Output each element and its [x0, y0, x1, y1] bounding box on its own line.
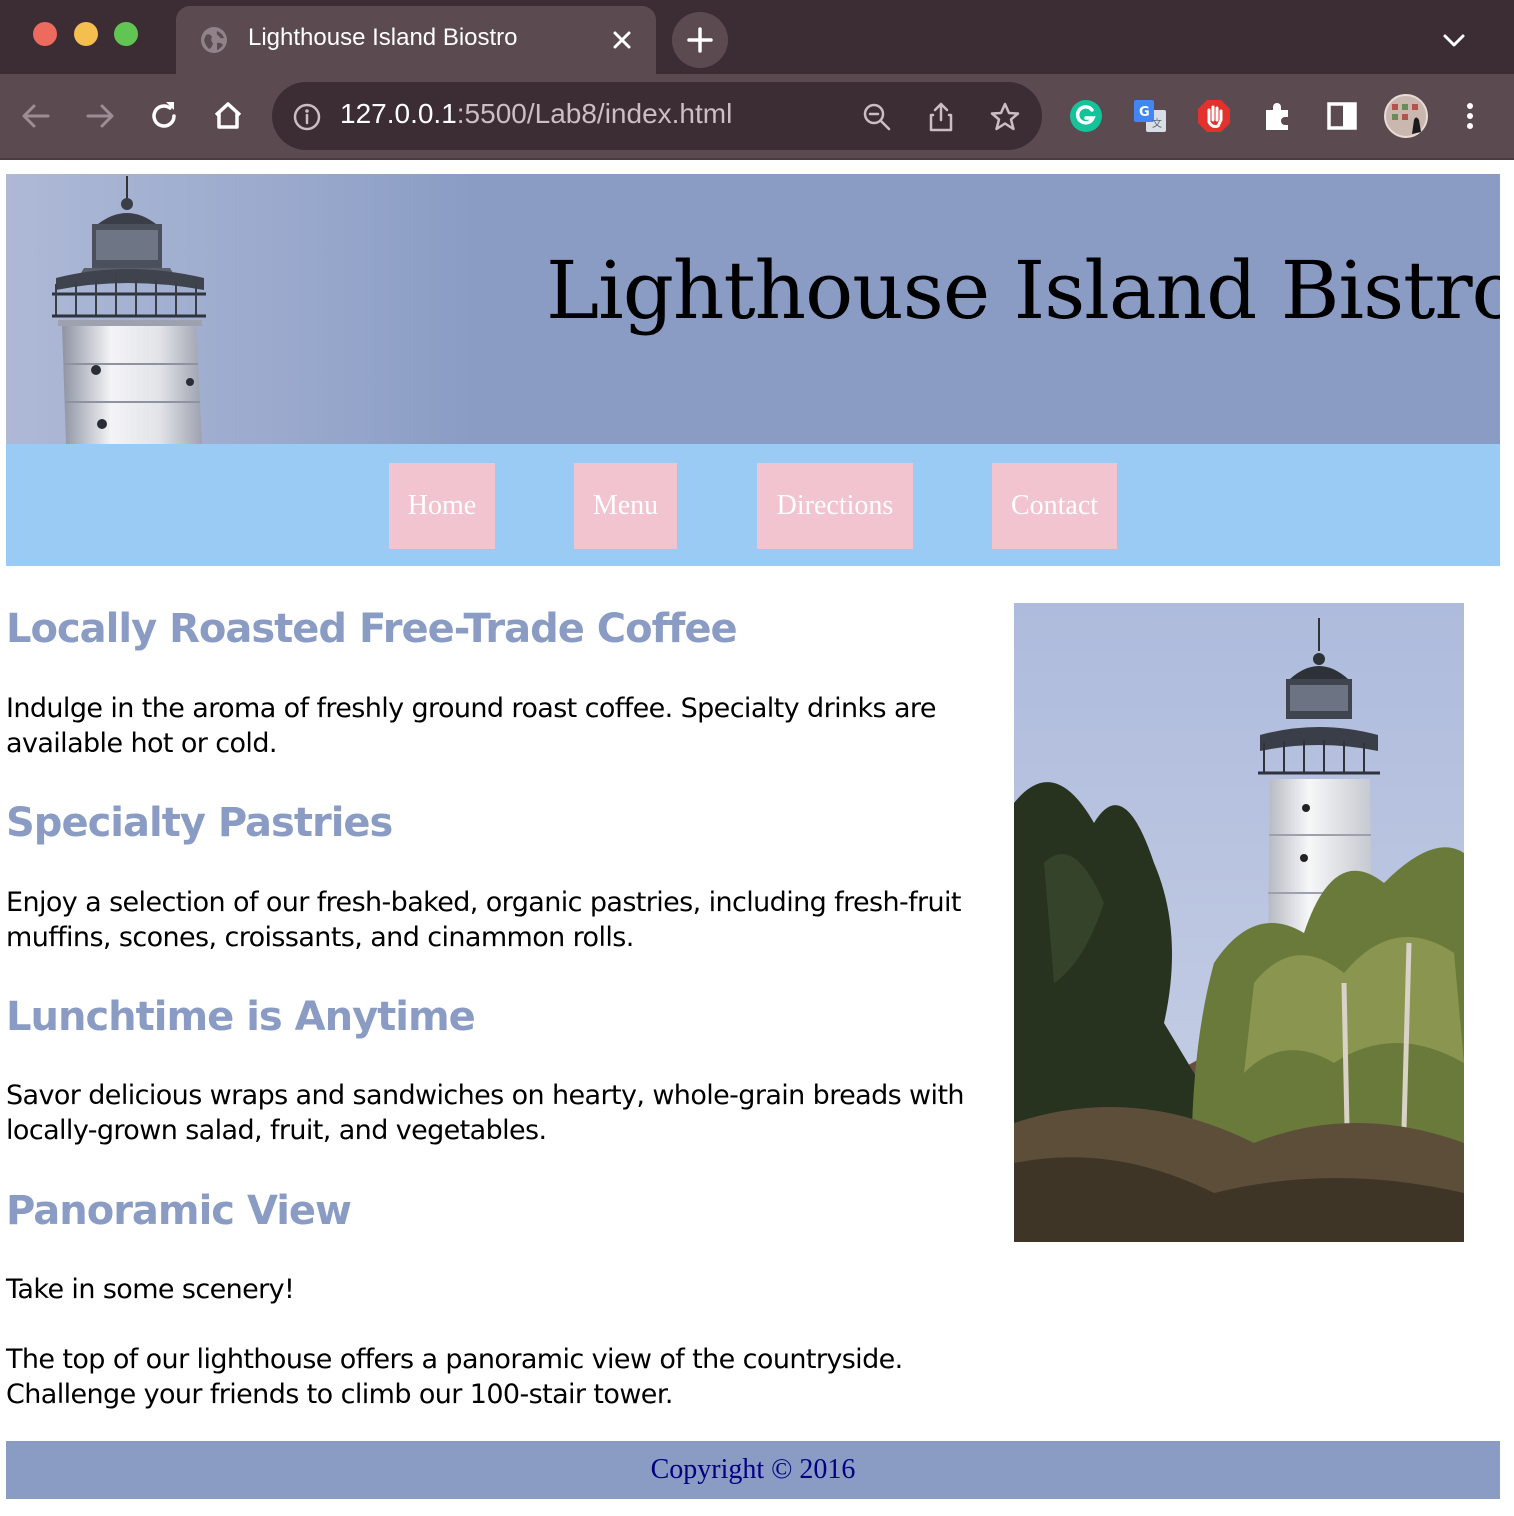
tab-title: Lighthouse Island Biostro — [248, 24, 518, 51]
site-title: Lighthouse Island Bistro — [546, 244, 1500, 337]
svg-text:G: G — [1139, 105, 1150, 120]
url-text[interactable]: 127.0.0.1:5500/Lab8/index.html — [340, 98, 732, 130]
bookmark-star-icon[interactable] — [988, 100, 1022, 134]
section-paragraph: Indulge in the aroma of freshly ground r… — [6, 693, 936, 759]
section-heading: Panoramic View — [6, 1188, 352, 1234]
side-panel-icon[interactable] — [1324, 98, 1360, 134]
section-paragraph: Savor delicious wraps and sandwiches on … — [6, 1080, 965, 1146]
reload-icon[interactable] — [144, 96, 184, 136]
minimize-window-button[interactable] — [74, 22, 98, 46]
section-heading: Lunchtime is Anytime — [6, 994, 476, 1040]
close-window-button[interactable] — [33, 22, 57, 46]
forward-arrow-icon[interactable] — [80, 96, 120, 136]
profile-avatar[interactable] — [1384, 94, 1428, 138]
new-tab-button[interactable] — [672, 12, 728, 68]
home-icon[interactable] — [208, 96, 248, 136]
section-heading: Specialty Pastries — [6, 800, 393, 846]
header-lighthouse-image — [6, 174, 476, 444]
browser-tab-bar: Lighthouse Island Biostro — [0, 0, 1514, 74]
zoom-out-icon[interactable] — [860, 100, 894, 134]
back-arrow-icon[interactable] — [16, 96, 56, 136]
adblock-hand-icon[interactable] — [1196, 98, 1232, 134]
more-menu-icon[interactable] — [1452, 98, 1488, 134]
url-path: :5500/Lab8/index.html — [456, 98, 733, 129]
info-icon[interactable] — [292, 102, 322, 132]
site-nav: Home Menu Directions Contact — [6, 444, 1500, 566]
section-paragraph: Enjoy a selection of our fresh-baked, or… — [6, 887, 962, 953]
nav-home-button[interactable]: Home — [389, 463, 495, 549]
plus-icon — [687, 27, 713, 53]
translate-icon[interactable]: G 文 — [1132, 98, 1168, 134]
nav-directions-button[interactable]: Directions — [757, 463, 913, 549]
address-bar[interactable]: 127.0.0.1:5500/Lab8/index.html — [272, 82, 1042, 150]
copyright-text: Copyright © 2016 — [650, 1454, 856, 1485]
nav-menu-button[interactable]: Menu — [574, 463, 677, 549]
url-host: 127.0.0.1 — [340, 98, 457, 129]
lighthouse-photo — [1014, 603, 1464, 1242]
site-header: Lighthouse Island Bistro — [6, 174, 1500, 444]
chevron-down-icon[interactable] — [1438, 26, 1470, 54]
site-footer: Copyright © 2016 — [6, 1441, 1500, 1499]
section-heading: Locally Roasted Free-Trade Coffee — [6, 606, 738, 652]
browser-tab[interactable]: Lighthouse Island Biostro — [176, 6, 656, 74]
nav-contact-button[interactable]: Contact — [992, 463, 1117, 549]
globe-icon — [201, 27, 227, 53]
section-paragraph: The top of our lighthouse offers a panor… — [6, 1344, 903, 1410]
web-page: Lighthouse Island Bistro Home Menu Direc… — [0, 160, 1514, 1516]
share-icon[interactable] — [924, 100, 958, 134]
section-paragraph: Take in some scenery! — [6, 1274, 295, 1305]
extensions-puzzle-icon[interactable] — [1260, 98, 1296, 134]
zoom-window-button[interactable] — [114, 22, 138, 46]
grammarly-icon[interactable] — [1068, 98, 1104, 134]
browser-toolbar: 127.0.0.1:5500/Lab8/index.html G 文 — [0, 74, 1514, 160]
close-tab-icon[interactable] — [608, 26, 636, 54]
svg-text:文: 文 — [1152, 117, 1162, 130]
